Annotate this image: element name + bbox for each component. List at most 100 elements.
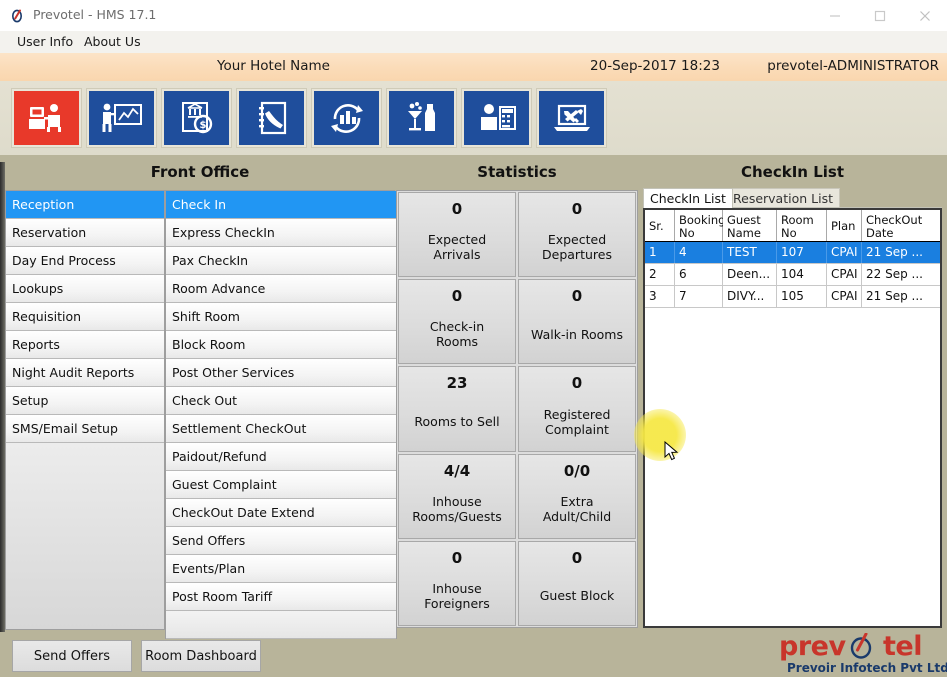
front-office-action-item[interactable]: Post Room Tariff <box>166 583 396 611</box>
toolbar-button-utilities[interactable] <box>536 88 607 148</box>
statistics-panel: 0 Expected Arrivals 0 Expected Departures 0 Che… <box>396 190 638 628</box>
front-office-module-item[interactable]: Reservation <box>6 219 164 247</box>
checkin-cell-plan: CPAI <box>827 242 862 263</box>
front-office-action-item[interactable]: Settlement CheckOut <box>166 415 396 443</box>
checkin-column-header[interactable]: Plan <box>827 210 862 241</box>
toolbar-button-accounts[interactable]: $ <box>161 88 232 148</box>
front-office-module-list[interactable]: Reception Reservation Day End Process Looku… <box>6 191 165 629</box>
statistics-cell[interactable]: 0 Inhouse Foreigners <box>398 540 516 627</box>
statistics-value: 0 <box>451 548 463 567</box>
brand-text-prev: prev <box>779 631 846 662</box>
checkin-column-header[interactable]: Booking No <box>675 210 725 241</box>
statistics-label: Expected Departures <box>542 232 612 263</box>
checkin-list-title: CheckIn List <box>740 163 844 181</box>
checkin-table-row[interactable]: 1 4 TEST 107 CPAI 21 Sep ... <box>645 242 940 264</box>
cashier-counter-icon <box>477 102 517 134</box>
front-office-action-item[interactable]: Block Room <box>166 331 396 359</box>
logged-in-user-label: prevotel-ADMINISTRATOR <box>767 58 939 74</box>
front-office-action-item[interactable]: Guest Complaint <box>166 471 396 499</box>
maximize-button[interactable] <box>857 0 902 31</box>
telephone-directory-icon <box>255 101 289 135</box>
checkin-column-header[interactable]: CheckOut Date <box>862 210 938 241</box>
checkin-cell-guest-name: Deen... <box>723 264 777 285</box>
front-office-module-item[interactable]: Requisition <box>6 303 164 331</box>
checkin-table-row[interactable]: 3 7 DIVY... 105 CPAI 21 Sep ... <box>645 286 940 308</box>
front-office-action-item[interactable]: Room Advance <box>166 275 396 303</box>
front-office-module-item[interactable]: Night Audit Reports <box>6 359 164 387</box>
front-office-action-item[interactable]: Check Out <box>166 387 396 415</box>
statistics-value: 0 <box>571 374 583 393</box>
statistics-cell[interactable]: 0 Walk-in Rooms <box>518 279 636 365</box>
statistics-value: 0 <box>451 287 463 306</box>
checkin-cell-room-no: 107 <box>777 242 827 263</box>
front-office-action-item[interactable]: Check In <box>166 191 396 219</box>
svg-text:$: $ <box>199 120 206 131</box>
statistics-cell[interactable]: 0 Guest Block <box>518 540 636 627</box>
window-title: Prevotel - HMS 17.1 <box>33 7 157 22</box>
front-office-action-item[interactable]: CheckOut Date Extend <box>166 499 396 527</box>
checkin-cell-plan: CPAI <box>827 286 862 307</box>
statistics-value: 0 <box>451 200 463 218</box>
toolbar-button-reception[interactable] <box>11 88 82 148</box>
checkin-list-panel: CheckIn List Reservation List Sr. Booking… <box>643 188 942 628</box>
send-offers-button[interactable]: Send Offers <box>12 640 132 672</box>
checkin-table-body[interactable]: 1 4 TEST 107 CPAI 21 Sep ... 2 6 Deen... 104 CPAI 2… <box>645 242 940 308</box>
statistics-value: 4/4 <box>443 461 471 480</box>
tab-checkin-list[interactable]: CheckIn List <box>643 188 733 208</box>
toolbar-button-cashier[interactable] <box>461 88 532 148</box>
front-office-module-item[interactable]: Lookups <box>6 275 164 303</box>
front-office-title: Front Office <box>150 163 250 181</box>
prevotel-app-icon <box>9 7 27 25</box>
menu-item-user-info[interactable]: User Info <box>17 34 73 49</box>
statistics-value: 0 <box>571 548 583 567</box>
front-office-action-item[interactable]: Pax CheckIn <box>166 247 396 275</box>
front-office-module-item[interactable]: Reports <box>6 331 164 359</box>
front-office-action-item[interactable]: Paidout/Refund <box>166 443 396 471</box>
front-office-action-item[interactable]: Shift Room <box>166 303 396 331</box>
statistics-value: 23 <box>446 374 468 393</box>
checkin-table: Sr. Booking No Guest Name Room No Plan CheckOut D… <box>643 208 942 628</box>
checkin-cell-booking-no: 6 <box>675 264 723 285</box>
menu-item-about-us[interactable]: About Us <box>84 34 141 49</box>
front-office-module-item[interactable]: Day End Process <box>6 247 164 275</box>
front-office-action-item[interactable] <box>166 611 396 639</box>
front-office-module-item[interactable]: Setup <box>6 387 164 415</box>
statistics-cell[interactable]: 0 Registered Complaint <box>518 366 636 452</box>
statistics-label: Registered Complaint <box>543 406 611 437</box>
front-office-action-item[interactable]: Events/Plan <box>166 555 396 583</box>
room-dashboard-button[interactable]: Room Dashboard <box>141 640 261 672</box>
front-office-action-list[interactable]: Check In Express CheckIn Pax CheckIn Room A… <box>165 191 397 639</box>
checkin-cell-sr: 2 <box>645 264 675 285</box>
statistics-cell[interactable]: 0/0 Extra Adult/Child <box>518 453 636 539</box>
toolbar-button-bar[interactable] <box>386 88 457 148</box>
analytics-cycle-icon <box>328 101 366 135</box>
statistics-label: Guest Block <box>539 588 615 604</box>
toolbar-button-presentation[interactable] <box>86 88 157 148</box>
checkin-column-header[interactable]: Room No <box>777 210 827 241</box>
checkin-tabs: CheckIn List Reservation List <box>643 188 942 208</box>
statistics-cell[interactable]: 23 Rooms to Sell <box>398 366 516 452</box>
checkin-column-header[interactable]: Sr. <box>645 210 675 241</box>
checkin-table-row[interactable]: 2 6 Deen... 104 CPAI 22 Sep ... <box>645 264 940 286</box>
front-office-action-item[interactable]: Post Other Services <box>166 359 396 387</box>
statistics-cell[interactable]: 4/4 Inhouse Rooms/Guests <box>398 453 516 539</box>
checkin-column-header[interactable]: Guest Name <box>723 210 777 241</box>
front-office-module-item[interactable]: SMS/Email Setup <box>6 415 164 443</box>
front-office-action-item[interactable]: Express CheckIn <box>166 219 396 247</box>
toolbar-button-telephone[interactable] <box>236 88 307 148</box>
minimize-button[interactable] <box>812 0 857 31</box>
statistics-cell[interactable]: 0 Check-in Rooms <box>398 279 516 365</box>
checkin-cell-sr: 3 <box>645 286 675 307</box>
accounts-invoice-icon: $ <box>177 101 217 135</box>
statistics-cell[interactable]: 0 Expected Arrivals <box>398 192 516 278</box>
tab-reservation-list[interactable]: Reservation List <box>726 188 840 208</box>
statistics-cell[interactable]: 0 Expected Departures <box>518 192 636 278</box>
presentation-chart-icon <box>101 102 143 134</box>
checkin-cell-sr: 1 <box>645 242 675 263</box>
close-button[interactable] <box>902 0 947 31</box>
toolbar-button-analytics[interactable] <box>311 88 382 148</box>
checkin-cell-guest-name: DIVY... <box>723 286 777 307</box>
front-office-module-item[interactable]: Reception <box>6 191 164 219</box>
statistics-label: Inhouse Rooms/Guests <box>412 493 502 524</box>
front-office-action-item[interactable]: Send Offers <box>166 527 396 555</box>
